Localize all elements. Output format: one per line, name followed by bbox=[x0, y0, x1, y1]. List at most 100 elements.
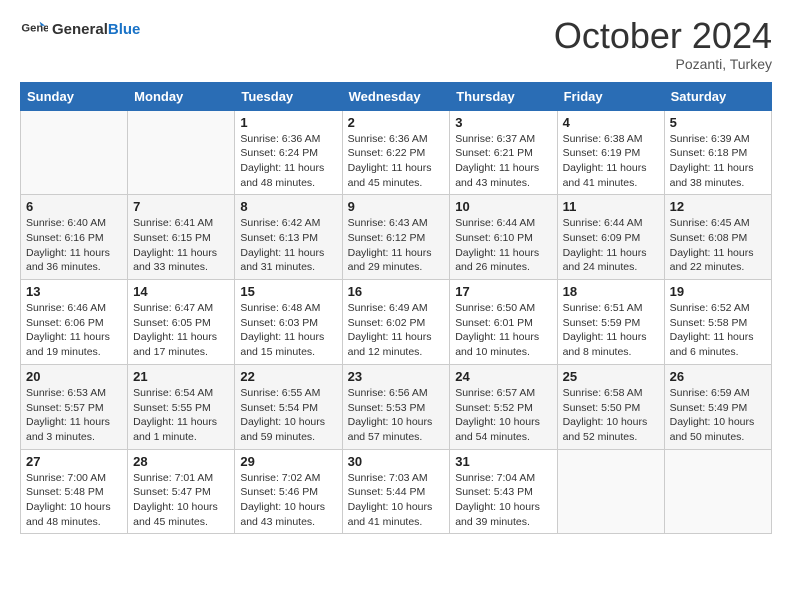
cell-sun-info: Sunrise: 6:36 AMSunset: 6:22 PMDaylight:… bbox=[348, 132, 445, 191]
header-monday: Monday bbox=[128, 82, 235, 110]
header: General GeneralBlue October 2024 Pozanti… bbox=[20, 16, 772, 72]
cell-sun-info: Sunrise: 6:57 AMSunset: 5:52 PMDaylight:… bbox=[455, 386, 551, 445]
calendar-cell bbox=[664, 449, 771, 534]
cell-sun-info: Sunrise: 6:37 AMSunset: 6:21 PMDaylight:… bbox=[455, 132, 551, 191]
calendar-header-row: SundayMondayTuesdayWednesdayThursdayFrid… bbox=[21, 82, 772, 110]
day-number: 7 bbox=[133, 199, 229, 214]
calendar-cell: 22 Sunrise: 6:55 AMSunset: 5:54 PMDayligh… bbox=[235, 364, 342, 449]
day-number: 4 bbox=[563, 115, 659, 130]
week-row-3: 20 Sunrise: 6:53 AMSunset: 5:57 PMDayligh… bbox=[21, 364, 772, 449]
day-number: 19 bbox=[670, 284, 766, 299]
cell-sun-info: Sunrise: 6:39 AMSunset: 6:18 PMDaylight:… bbox=[670, 132, 766, 191]
cell-sun-info: Sunrise: 6:59 AMSunset: 5:49 PMDaylight:… bbox=[670, 386, 766, 445]
day-number: 26 bbox=[670, 369, 766, 384]
cell-sun-info: Sunrise: 6:53 AMSunset: 5:57 PMDaylight:… bbox=[26, 386, 122, 445]
calendar-cell: 7Sunrise: 6:41 AMSunset: 6:15 PMDaylight… bbox=[128, 195, 235, 280]
calendar-cell: 15 Sunrise: 6:48 AMSunset: 6:03 PMDayligh… bbox=[235, 280, 342, 365]
cell-sun-info: Sunrise: 6:50 AMSunset: 6:01 PMDaylight:… bbox=[455, 301, 551, 360]
header-friday: Friday bbox=[557, 82, 664, 110]
day-number: 22 bbox=[240, 369, 336, 384]
cell-sun-info: Sunrise: 6:49 AMSunset: 6:02 PMDaylight:… bbox=[348, 301, 445, 360]
calendar-cell: 2 Sunrise: 6:36 AMSunset: 6:22 PMDaylight… bbox=[342, 110, 450, 195]
calendar-table: SundayMondayTuesdayWednesdayThursdayFrid… bbox=[20, 82, 772, 535]
day-number: 20 bbox=[26, 369, 122, 384]
calendar-cell: 4Sunrise: 6:38 AMSunset: 6:19 PMDaylight… bbox=[557, 110, 664, 195]
cell-sun-info: Sunrise: 7:03 AMSunset: 5:44 PMDaylight:… bbox=[348, 471, 445, 530]
calendar-cell: 29 Sunrise: 7:02 AMSunset: 5:46 PMDayligh… bbox=[235, 449, 342, 534]
cell-sun-info: Sunrise: 6:58 AMSunset: 5:50 PMDaylight:… bbox=[563, 386, 659, 445]
cell-sun-info: Sunrise: 6:40 AMSunset: 6:16 PMDaylight:… bbox=[26, 216, 122, 275]
calendar-cell: 10 Sunrise: 6:44 AMSunset: 6:10 PMDayligh… bbox=[450, 195, 557, 280]
cell-sun-info: Sunrise: 6:51 AMSunset: 5:59 PMDaylight:… bbox=[563, 301, 659, 360]
day-number: 27 bbox=[26, 454, 122, 469]
calendar-cell: 6 Sunrise: 6:40 AMSunset: 6:16 PMDaylight… bbox=[21, 195, 128, 280]
week-row-2: 13 Sunrise: 6:46 AMSunset: 6:06 PMDayligh… bbox=[21, 280, 772, 365]
logo: General GeneralBlue bbox=[20, 16, 140, 44]
calendar-cell: 12 Sunrise: 6:45 AMSunset: 6:08 PMDayligh… bbox=[664, 195, 771, 280]
day-number: 10 bbox=[455, 199, 551, 214]
day-number: 5 bbox=[670, 115, 766, 130]
calendar-cell: 9 Sunrise: 6:43 AMSunset: 6:12 PMDaylight… bbox=[342, 195, 450, 280]
day-number: 25 bbox=[563, 369, 659, 384]
calendar-cell: 25 Sunrise: 6:58 AMSunset: 5:50 PMDayligh… bbox=[557, 364, 664, 449]
calendar-cell: 14Sunrise: 6:47 AMSunset: 6:05 PMDayligh… bbox=[128, 280, 235, 365]
cell-sun-info: Sunrise: 6:43 AMSunset: 6:12 PMDaylight:… bbox=[348, 216, 445, 275]
calendar-cell bbox=[557, 449, 664, 534]
calendar-cell: 30Sunrise: 7:03 AMSunset: 5:44 PMDayligh… bbox=[342, 449, 450, 534]
day-number: 8 bbox=[240, 199, 336, 214]
day-number: 12 bbox=[670, 199, 766, 214]
week-row-4: 27 Sunrise: 7:00 AMSunset: 5:48 PMDayligh… bbox=[21, 449, 772, 534]
day-number: 13 bbox=[26, 284, 122, 299]
week-row-0: 1Sunrise: 6:36 AMSunset: 6:24 PMDaylight… bbox=[21, 110, 772, 195]
day-number: 29 bbox=[240, 454, 336, 469]
cell-sun-info: Sunrise: 7:04 AMSunset: 5:43 PMDaylight:… bbox=[455, 471, 551, 530]
day-number: 9 bbox=[348, 199, 445, 214]
calendar-cell bbox=[21, 110, 128, 195]
day-number: 15 bbox=[240, 284, 336, 299]
day-number: 2 bbox=[348, 115, 445, 130]
cell-sun-info: Sunrise: 7:02 AMSunset: 5:46 PMDaylight:… bbox=[240, 471, 336, 530]
calendar-cell: 5 Sunrise: 6:39 AMSunset: 6:18 PMDaylight… bbox=[664, 110, 771, 195]
calendar-cell: 8 Sunrise: 6:42 AMSunset: 6:13 PMDaylight… bbox=[235, 195, 342, 280]
calendar-cell: 28 Sunrise: 7:01 AMSunset: 5:47 PMDayligh… bbox=[128, 449, 235, 534]
cell-sun-info: Sunrise: 6:44 AMSunset: 6:10 PMDaylight:… bbox=[455, 216, 551, 275]
calendar-cell: 27 Sunrise: 7:00 AMSunset: 5:48 PMDayligh… bbox=[21, 449, 128, 534]
calendar-cell: 1Sunrise: 6:36 AMSunset: 6:24 PMDaylight… bbox=[235, 110, 342, 195]
svg-text:General: General bbox=[21, 22, 48, 34]
calendar-cell bbox=[128, 110, 235, 195]
header-tuesday: Tuesday bbox=[235, 82, 342, 110]
location-subtitle: Pozanti, Turkey bbox=[554, 56, 772, 72]
cell-sun-info: Sunrise: 6:54 AMSunset: 5:55 PMDaylight:… bbox=[133, 386, 229, 445]
cell-sun-info: Sunrise: 6:47 AMSunset: 6:05 PMDaylight:… bbox=[133, 301, 229, 360]
day-number: 28 bbox=[133, 454, 229, 469]
cell-sun-info: Sunrise: 6:45 AMSunset: 6:08 PMDaylight:… bbox=[670, 216, 766, 275]
cell-sun-info: Sunrise: 7:00 AMSunset: 5:48 PMDaylight:… bbox=[26, 471, 122, 530]
header-sunday: Sunday bbox=[21, 82, 128, 110]
cell-sun-info: Sunrise: 6:46 AMSunset: 6:06 PMDaylight:… bbox=[26, 301, 122, 360]
cell-sun-info: Sunrise: 7:01 AMSunset: 5:47 PMDaylight:… bbox=[133, 471, 229, 530]
calendar-cell: 16Sunrise: 6:49 AMSunset: 6:02 PMDayligh… bbox=[342, 280, 450, 365]
calendar-cell: 23Sunrise: 6:56 AMSunset: 5:53 PMDayligh… bbox=[342, 364, 450, 449]
calendar-cell: 26 Sunrise: 6:59 AMSunset: 5:49 PMDayligh… bbox=[664, 364, 771, 449]
header-wednesday: Wednesday bbox=[342, 82, 450, 110]
cell-sun-info: Sunrise: 6:52 AMSunset: 5:58 PMDaylight:… bbox=[670, 301, 766, 360]
day-number: 17 bbox=[455, 284, 551, 299]
month-title: October 2024 bbox=[554, 16, 772, 56]
day-number: 11 bbox=[563, 199, 659, 214]
cell-sun-info: Sunrise: 6:56 AMSunset: 5:53 PMDaylight:… bbox=[348, 386, 445, 445]
header-thursday: Thursday bbox=[450, 82, 557, 110]
day-number: 31 bbox=[455, 454, 551, 469]
week-row-1: 6 Sunrise: 6:40 AMSunset: 6:16 PMDaylight… bbox=[21, 195, 772, 280]
calendar-cell: 31 Sunrise: 7:04 AMSunset: 5:43 PMDayligh… bbox=[450, 449, 557, 534]
calendar-cell: 20 Sunrise: 6:53 AMSunset: 5:57 PMDayligh… bbox=[21, 364, 128, 449]
cell-sun-info: Sunrise: 6:42 AMSunset: 6:13 PMDaylight:… bbox=[240, 216, 336, 275]
title-area: October 2024 Pozanti, Turkey bbox=[554, 16, 772, 72]
cell-sun-info: Sunrise: 6:48 AMSunset: 6:03 PMDaylight:… bbox=[240, 301, 336, 360]
calendar-cell: 13 Sunrise: 6:46 AMSunset: 6:06 PMDayligh… bbox=[21, 280, 128, 365]
calendar-cell: 11Sunrise: 6:44 AMSunset: 6:09 PMDayligh… bbox=[557, 195, 664, 280]
cell-sun-info: Sunrise: 6:55 AMSunset: 5:54 PMDaylight:… bbox=[240, 386, 336, 445]
day-number: 3 bbox=[455, 115, 551, 130]
logo-icon: General bbox=[20, 16, 48, 44]
calendar-cell: 18Sunrise: 6:51 AMSunset: 5:59 PMDayligh… bbox=[557, 280, 664, 365]
day-number: 6 bbox=[26, 199, 122, 214]
